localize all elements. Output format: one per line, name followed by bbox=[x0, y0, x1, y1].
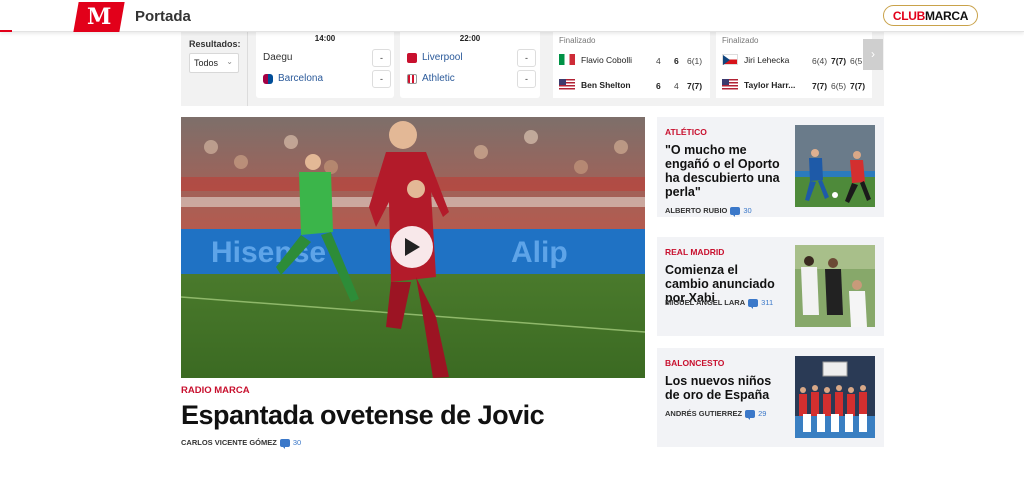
logo-letter: M bbox=[86, 4, 112, 30]
main-article-kicker[interactable]: RADIO MARCA bbox=[181, 385, 250, 396]
player-name: Jiri Lehecka bbox=[744, 54, 790, 65]
training-photo bbox=[795, 245, 875, 327]
results-label: Resultados: bbox=[189, 39, 241, 49]
football-action-photo bbox=[795, 125, 875, 207]
tennis-card[interactable]: Finalizado Jiri Lehecka 6(4) 7(7) 6(5 Ta… bbox=[716, 32, 872, 98]
player-name: Ben Shelton bbox=[581, 79, 631, 90]
away-score: - bbox=[517, 70, 536, 88]
set-score: 6(4) bbox=[812, 56, 828, 66]
play-icon bbox=[405, 238, 420, 256]
set-score: 7(7) bbox=[850, 81, 866, 91]
side-article[interactable]: REAL MADRID Comienza el cambio anunciado… bbox=[657, 237, 884, 336]
comment-icon bbox=[279, 438, 290, 449]
article-kicker: REAL MADRID bbox=[665, 247, 725, 257]
away-score: - bbox=[372, 70, 391, 88]
tennis-card[interactable]: Finalizado Flavio Cobolli 4 6 6(1) Ben S… bbox=[553, 32, 710, 98]
comment-count[interactable]: 29 bbox=[758, 409, 766, 418]
article-kicker: BALONCESTO bbox=[665, 358, 725, 368]
match-card[interactable]: 14:00 Daegu Barcelona - - bbox=[256, 32, 394, 98]
set-score: 4 bbox=[656, 56, 661, 66]
comment-count[interactable]: 30 bbox=[293, 438, 301, 447]
home-team-name: Daegu bbox=[263, 52, 293, 63]
czech-flag-icon bbox=[722, 54, 738, 65]
article-title[interactable]: "O mucho me engañó o el Oporto ha descub… bbox=[665, 143, 785, 199]
away-team: Barcelona bbox=[263, 73, 323, 84]
player-name: Flavio Cobolli bbox=[581, 54, 633, 65]
article-thumbnail[interactable] bbox=[795, 125, 875, 207]
match-card[interactable]: 22:00 Liverpool Athletic - - bbox=[400, 32, 540, 98]
results-select-value: Todos bbox=[194, 58, 219, 68]
chevron-down-icon: ⌄ bbox=[226, 57, 233, 66]
club-marca-button[interactable]: CLUB MARCA bbox=[883, 5, 978, 26]
away-team: Athletic bbox=[407, 73, 455, 84]
results-filter: Resultados: Todos ⌄ bbox=[189, 39, 241, 73]
set-score: 6(5) bbox=[831, 81, 847, 91]
author-name[interactable]: ANDRÉS GUTIERREZ bbox=[665, 409, 742, 418]
comment-icon bbox=[745, 409, 756, 420]
club-label: CLUB bbox=[892, 8, 925, 23]
match-time: 14:00 bbox=[314, 34, 336, 43]
basketball-team-photo bbox=[795, 356, 875, 438]
match-status: Finalizado bbox=[722, 36, 759, 45]
set-score: 6 bbox=[656, 81, 661, 91]
top-navbar: M Portada CLUB MARCA bbox=[0, 0, 1024, 32]
menu-indicator bbox=[0, 30, 12, 32]
author-name[interactable]: CARLOS VICENTE GÓMEZ bbox=[181, 438, 277, 447]
home-team-name: Liverpool bbox=[422, 52, 463, 63]
play-video-button[interactable] bbox=[391, 226, 433, 268]
set-score: 7(7) bbox=[831, 56, 847, 66]
article-thumbnail[interactable] bbox=[795, 356, 875, 438]
usa-flag-icon bbox=[722, 79, 738, 90]
match-time: 22:00 bbox=[459, 34, 481, 43]
italy-flag-icon bbox=[559, 54, 575, 65]
set-score: 4 bbox=[674, 81, 679, 91]
set-score: 6(5 bbox=[850, 56, 863, 66]
home-team: Liverpool bbox=[407, 52, 463, 63]
article-byline: ALBERTO RUBIO 30 bbox=[665, 206, 752, 217]
away-team-name: Barcelona bbox=[278, 73, 324, 84]
article-kicker: ATLÉTICO bbox=[665, 127, 707, 137]
set-score: 6 bbox=[674, 56, 679, 66]
home-score: - bbox=[372, 49, 391, 67]
chevron-right-icon[interactable]: › bbox=[863, 39, 883, 70]
away-team-name: Athletic bbox=[422, 73, 455, 84]
set-score: 7(7) bbox=[687, 81, 703, 91]
article-thumbnail[interactable] bbox=[795, 245, 875, 327]
main-article-title[interactable]: Espantada ovetense de Jovic bbox=[181, 400, 545, 431]
marca-logo[interactable]: M bbox=[73, 2, 125, 32]
side-article[interactable]: ATLÉTICO "O mucho me engañó o el Oporto … bbox=[657, 117, 884, 217]
liverpool-crest-icon bbox=[407, 52, 417, 63]
home-team: Daegu bbox=[263, 52, 292, 63]
side-article[interactable]: BALONCESTO Los nuevos niños de oro de Es… bbox=[657, 348, 884, 447]
player-name: Taylor Harr... bbox=[744, 79, 796, 90]
marca-label: MARCA bbox=[924, 8, 969, 23]
article-byline: MIGUEL ÁNGEL LARA 311 bbox=[665, 298, 773, 309]
results-select[interactable]: Todos ⌄ bbox=[189, 53, 239, 73]
article-byline: ANDRÉS GUTIERREZ 29 bbox=[665, 409, 766, 420]
comment-count[interactable]: 30 bbox=[743, 206, 751, 215]
set-score: 7(7) bbox=[812, 81, 828, 91]
comment-icon bbox=[730, 206, 741, 217]
author-name[interactable]: MIGUEL ÁNGEL LARA bbox=[665, 298, 745, 307]
match-status: Finalizado bbox=[559, 36, 596, 45]
barcelona-crest-icon bbox=[263, 73, 273, 84]
article-title[interactable]: Los nuevos niños de oro de España bbox=[665, 374, 785, 402]
set-score: 6(1) bbox=[687, 56, 703, 66]
author-name[interactable]: ALBERTO RUBIO bbox=[665, 206, 727, 215]
section-title: Portada bbox=[135, 8, 191, 25]
athletic-crest-icon bbox=[407, 73, 417, 84]
comment-icon bbox=[748, 298, 759, 309]
comment-count[interactable]: 311 bbox=[761, 298, 773, 307]
divider bbox=[247, 32, 248, 106]
svg-text:Alip: Alip bbox=[511, 236, 568, 269]
home-score: - bbox=[517, 49, 536, 67]
usa-flag-icon bbox=[559, 79, 575, 90]
main-article-byline: CARLOS VICENTE GÓMEZ 30 bbox=[181, 438, 301, 449]
